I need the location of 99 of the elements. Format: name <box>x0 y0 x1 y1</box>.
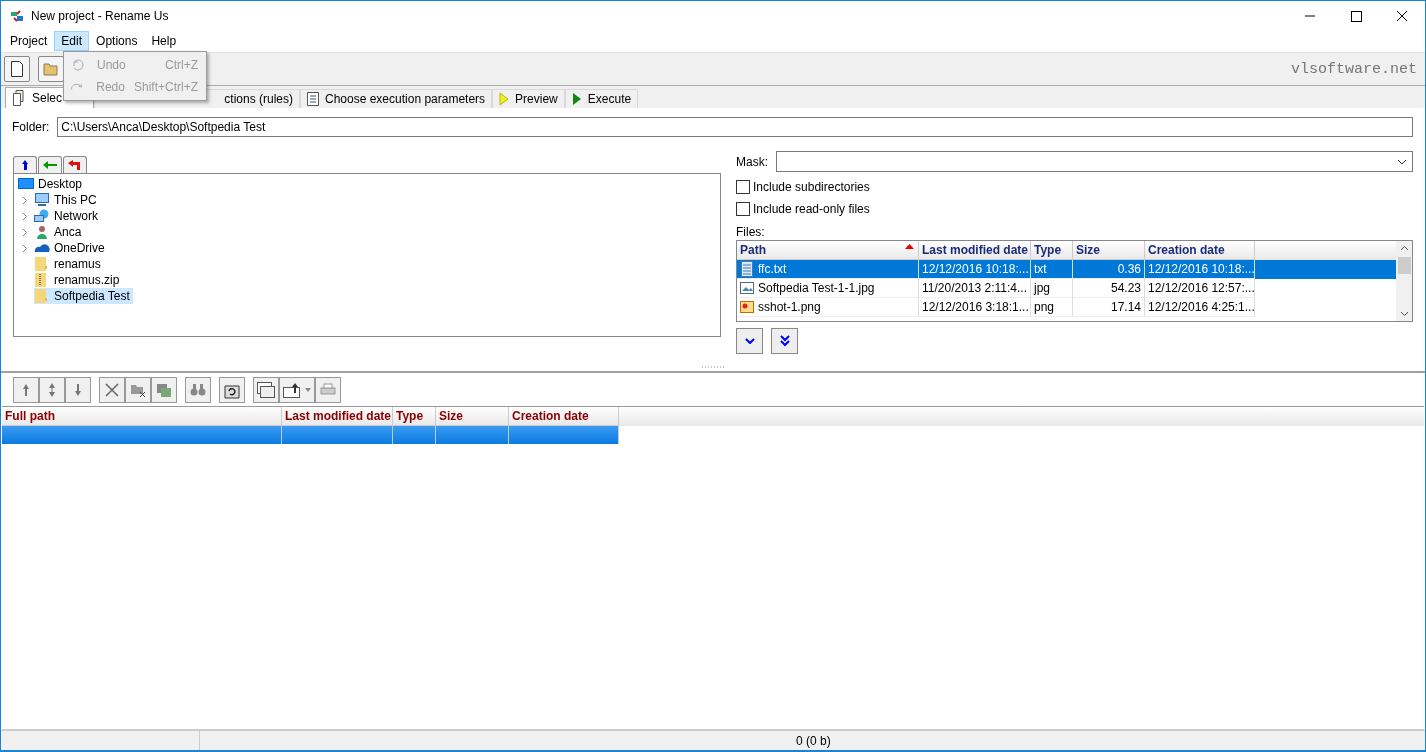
play-icon <box>571 92 582 106</box>
scroll-thumb[interactable] <box>1397 257 1411 274</box>
scroll-down-icon[interactable] <box>1399 311 1409 317</box>
table-cell: 11/20/2013 2:11:4... <box>919 279 1031 298</box>
website-label: vlsoftware.net <box>1290 60 1417 78</box>
user-icon <box>34 225 50 239</box>
remove-folder-button[interactable] <box>125 377 151 403</box>
documents-icon <box>12 90 26 106</box>
tree-item[interactable]: This PC <box>34 192 100 208</box>
table-cell: sshot-1.png <box>737 298 919 317</box>
table-cell: 0.36 <box>1073 260 1145 279</box>
add-selected-button[interactable] <box>736 328 763 354</box>
blank-page-icon <box>10 61 24 77</box>
mask-label: Mask: <box>736 154 768 169</box>
refresh-button[interactable] <box>219 377 245 403</box>
move-button[interactable] <box>39 377 65 403</box>
status-text: 0 (0 b) <box>796 733 831 748</box>
return-arrow-icon <box>67 159 83 171</box>
undo-icon <box>70 59 84 71</box>
clear-list-button[interactable] <box>151 377 177 403</box>
tree-item[interactable]: Network <box>34 208 101 224</box>
folder-icon <box>43 62 59 76</box>
tree-item[interactable]: Softpedia Test <box>34 288 133 304</box>
stacked-squares-icon <box>156 383 172 397</box>
table-cell: 12/12/2016 10:18:... <box>919 260 1031 279</box>
chevron-down-icon <box>744 338 755 344</box>
table-cell: jpg <box>1031 279 1073 298</box>
menu-item[interactable]: Help <box>144 31 184 51</box>
menu-item[interactable]: Project <box>3 31 55 51</box>
files-label: Files: <box>736 225 766 239</box>
down-arrow-icon <box>74 383 82 397</box>
table-cell: 17.14 <box>1073 298 1145 317</box>
table-cell: ffc.txt <box>737 260 919 279</box>
play-icon <box>499 92 510 106</box>
image-file-icon <box>740 301 754 313</box>
table-cell: 12/12/2016 4:25:1... <box>1145 298 1255 317</box>
window-title: New project - Rename Us <box>31 9 169 23</box>
table-cell: png <box>1031 298 1073 317</box>
double-chevron-down-icon <box>779 335 790 347</box>
tree-item[interactable]: Desktop <box>18 176 716 192</box>
return-button[interactable] <box>63 156 87 173</box>
text-file-icon <box>740 261 754 277</box>
redo-icon <box>70 81 84 93</box>
move-down-button[interactable] <box>65 377 91 403</box>
cloud-icon <box>34 241 50 255</box>
up-down-arrow-icon <box>48 382 56 398</box>
desktop-icon <box>18 177 34 191</box>
tab[interactable]: Choose execution parameters <box>300 89 493 108</box>
chevron-down-icon <box>1397 158 1407 165</box>
checklist-icon <box>307 92 319 106</box>
tree-item[interactable]: renamus <box>34 256 104 272</box>
tab[interactable]: Preview <box>492 89 565 108</box>
checkbox-label: Include subdirectories <box>753 179 870 194</box>
app-icon <box>9 8 25 24</box>
tab[interactable]: Execute <box>564 89 639 108</box>
checkbox[interactable] <box>736 179 750 194</box>
table-cell: 12/12/2016 12:57:... <box>1145 279 1255 298</box>
printer-icon <box>320 383 336 397</box>
folder-label: Folder: <box>12 120 50 134</box>
add-all-button[interactable] <box>771 328 798 354</box>
remove-button[interactable] <box>99 377 125 403</box>
table-cell: 54.23 <box>1073 279 1145 298</box>
checkbox-label: Include read-only files <box>753 201 870 216</box>
mask-dropdown[interactable] <box>776 151 1413 172</box>
folder-icon <box>34 289 50 303</box>
up-arrow-icon <box>22 383 30 397</box>
export-button[interactable] <box>279 377 315 403</box>
print-button[interactable] <box>315 377 341 403</box>
image-file-icon <box>740 282 754 294</box>
folder-icon <box>34 257 50 271</box>
folder-field[interactable]: C:\Users\Anca\Desktop\Softpedia Test <box>57 117 1413 137</box>
scroll-up-icon[interactable] <box>1399 245 1409 251</box>
windows-icon <box>257 382 275 398</box>
scrollbar[interactable] <box>1396 241 1412 321</box>
export-icon <box>283 382 303 398</box>
new-file-button[interactable] <box>4 56 30 82</box>
binoculars-icon <box>190 383 206 397</box>
cross-icon <box>105 383 119 397</box>
caret-icon <box>305 388 311 392</box>
tree-item[interactable]: OneDrive <box>34 240 108 256</box>
table-cell: Softpedia Test-1-1.jpg <box>737 279 919 298</box>
computer-icon <box>34 193 50 207</box>
folder-cross-icon <box>130 383 146 397</box>
table-cell: 12/12/2016 3:18:1... <box>919 298 1031 317</box>
window-button[interactable] <box>253 377 279 403</box>
table-cell: txt <box>1031 260 1073 279</box>
menu-item[interactable]: Options <box>89 31 145 51</box>
menu-item[interactable]: Edit <box>54 31 90 51</box>
up-arrow-icon <box>20 159 30 171</box>
move-up-button[interactable] <box>13 377 39 403</box>
find-button[interactable] <box>185 377 211 403</box>
tree-item[interactable]: Anca <box>34 224 85 240</box>
network-icon <box>34 209 50 223</box>
checkbox[interactable] <box>736 201 750 216</box>
left-arrow-icon <box>42 160 58 170</box>
table-cell: 12/12/2016 10:18:... <box>1145 260 1255 279</box>
open-folder-button[interactable] <box>38 56 64 82</box>
parent-folder-button[interactable] <box>13 156 37 173</box>
tree-item[interactable]: renamus.zip <box>34 272 123 288</box>
